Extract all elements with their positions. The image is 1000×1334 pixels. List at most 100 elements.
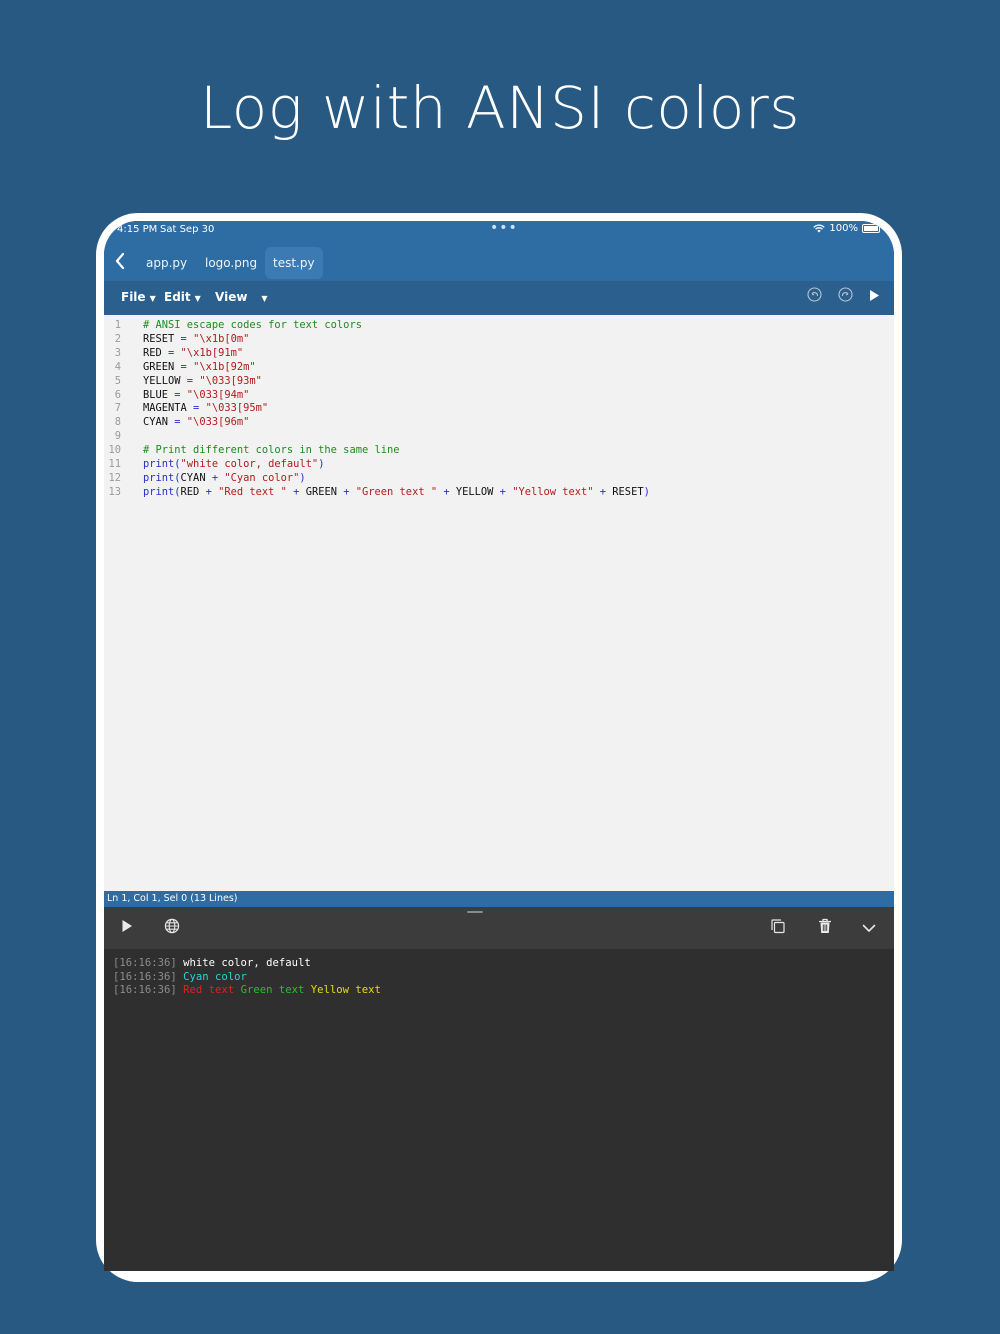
code-token: + [499, 485, 513, 498]
console-log-line: [16:16:36] Red text Green text Yellow te… [113, 983, 381, 997]
code-token: YELLOW [143, 374, 187, 387]
code-text: CYAN = "\033[96m" [143, 415, 249, 429]
code-token: RED [180, 485, 206, 498]
resize-handle[interactable] [467, 911, 483, 913]
code-editor[interactable]: 1 # ANSI escape codes for text colors 2 RES… [104, 315, 894, 891]
code-token: "\033[96m" [180, 416, 250, 429]
status-time: 4:15 PM [117, 224, 158, 235]
log-text: Cyan color [176, 970, 247, 983]
headline: Log with ANSI colors [200, 74, 800, 142]
copy-icon[interactable] [768, 918, 788, 938]
line-number: 10 [108, 444, 121, 457]
tab-test-py[interactable]: test.py [265, 247, 323, 279]
log-timestamp: [16:16:36] [113, 957, 177, 969]
back-chevron-icon[interactable] [114, 252, 130, 272]
menu-view-label: View [215, 290, 248, 304]
tab-logo-png[interactable]: logo.png [197, 247, 265, 279]
code-token: RED [143, 346, 169, 359]
code-text: # Print different colors in the same lin… [143, 443, 399, 457]
multitasking-dots-icon[interactable]: ••• [490, 221, 518, 236]
code-token: "Green text " [355, 485, 438, 498]
code-token: print [143, 458, 175, 470]
app-screen: 4:15 PM Sat Sep 30 ••• 100% app.py logo.… [104, 221, 894, 1271]
console-log-line: [16:16:36] Cyan color [113, 970, 247, 984]
console-toolbar [104, 907, 894, 949]
editor-statusbar: Ln 1, Col 1, Sel 0 (13 Lines) [104, 891, 894, 907]
code-token: + [343, 485, 356, 498]
status-date: Sat Sep 30 [160, 224, 215, 235]
code-token: + [437, 485, 456, 498]
battery-icon [862, 224, 880, 233]
console-output[interactable]: [16:16:36] white color, default [16:16:36… [104, 949, 894, 1271]
line-number: 8 [114, 416, 121, 429]
code-token: ) [299, 471, 306, 484]
code-token: BLUE [143, 388, 175, 401]
code-token: "Cyan color" [224, 471, 300, 484]
code-token: ) [643, 485, 650, 498]
code-token: GREEN [143, 360, 181, 373]
line-number: 4 [114, 360, 121, 373]
code-token: "Red text " [218, 485, 287, 498]
trash-icon[interactable] [815, 918, 835, 938]
menu-edit[interactable]: Edit ▼ [164, 290, 201, 304]
code-token: RESET [612, 485, 644, 498]
code-text: BLUE = "\033[94m" [143, 388, 249, 402]
console-run-icon[interactable] [117, 918, 137, 938]
code-token: CYAN [143, 416, 175, 429]
globe-icon[interactable] [162, 918, 182, 938]
chevron-down-icon[interactable] [859, 918, 879, 938]
code-token: ) [318, 458, 325, 470]
code-text: GREEN = "\x1b[92m" [143, 360, 256, 374]
log-text: Yellow text [310, 984, 381, 997]
line-number: 12 [108, 471, 121, 484]
tab-app-py[interactable]: app.py [138, 247, 195, 279]
caret-down-icon: ▼ [194, 294, 201, 303]
log-text: Red text [176, 984, 241, 997]
caret-down-icon: ▼ [149, 294, 156, 303]
ipad-frame: 4:15 PM Sat Sep 30 ••• 100% app.py logo.… [96, 213, 902, 1282]
menu-edit-label: Edit [164, 290, 191, 304]
line-number: 6 [114, 388, 121, 401]
top-bar: 4:15 PM Sat Sep 30 ••• 100% app.py logo.… [104, 221, 894, 315]
code-token: + [205, 485, 219, 498]
code-token: "\033[94m" [180, 388, 250, 401]
code-text: print(CYAN + "Cyan color") [143, 471, 306, 485]
code-token: "white color, default" [180, 458, 319, 470]
code-token: "Yellow text" [512, 485, 594, 498]
undo-icon[interactable] [804, 287, 824, 307]
code-text: # ANSI escape codes for text colors [143, 318, 362, 332]
code-token: # ANSI escape codes for text colors [143, 319, 362, 331]
line-number: 1 [114, 319, 121, 331]
line-number: 2 [114, 332, 121, 345]
wifi-icon [813, 224, 826, 233]
battery-percent: 100% [829, 223, 858, 234]
code-text: MAGENTA = "\033[95m" [143, 401, 268, 415]
line-number: 7 [114, 402, 121, 415]
redo-icon[interactable] [835, 287, 855, 307]
code-token: "\033[95m" [199, 402, 269, 415]
line-number: 9 [114, 430, 121, 443]
menu-file[interactable]: File ▼ [121, 290, 156, 304]
code-token: + [286, 485, 306, 498]
menu-view[interactable]: View ▼ [215, 290, 268, 304]
code-token: CYAN [180, 471, 212, 484]
code-text: YELLOW = "\033[93m" [143, 374, 262, 388]
code-text: RED = "\x1b[91m" [143, 346, 243, 360]
code-token: GREEN [305, 485, 344, 498]
log-text: white color, default [176, 957, 311, 969]
status-right: 100% [813, 223, 880, 234]
code-token: "\033[93m" [193, 374, 262, 387]
code-text: RESET = "\x1b[0m" [143, 332, 249, 346]
code-token: "\x1b[92m" [186, 360, 256, 373]
log-timestamp: [16:16:36] [113, 970, 177, 983]
run-icon[interactable] [864, 287, 884, 307]
code-text: print(RED + "Red text " + GREEN + "Green… [143, 485, 650, 499]
log-timestamp: [16:16:36] [113, 984, 177, 997]
code-token: print [143, 485, 175, 498]
menu-bar: File ▼ Edit ▼ View ▼ [104, 281, 894, 315]
code-token: MAGENTA [143, 402, 194, 415]
log-text: Green text [240, 984, 311, 997]
line-number: 11 [108, 458, 121, 470]
line-number: 13 [108, 485, 121, 498]
code-text: print("white color, default") [143, 457, 324, 471]
